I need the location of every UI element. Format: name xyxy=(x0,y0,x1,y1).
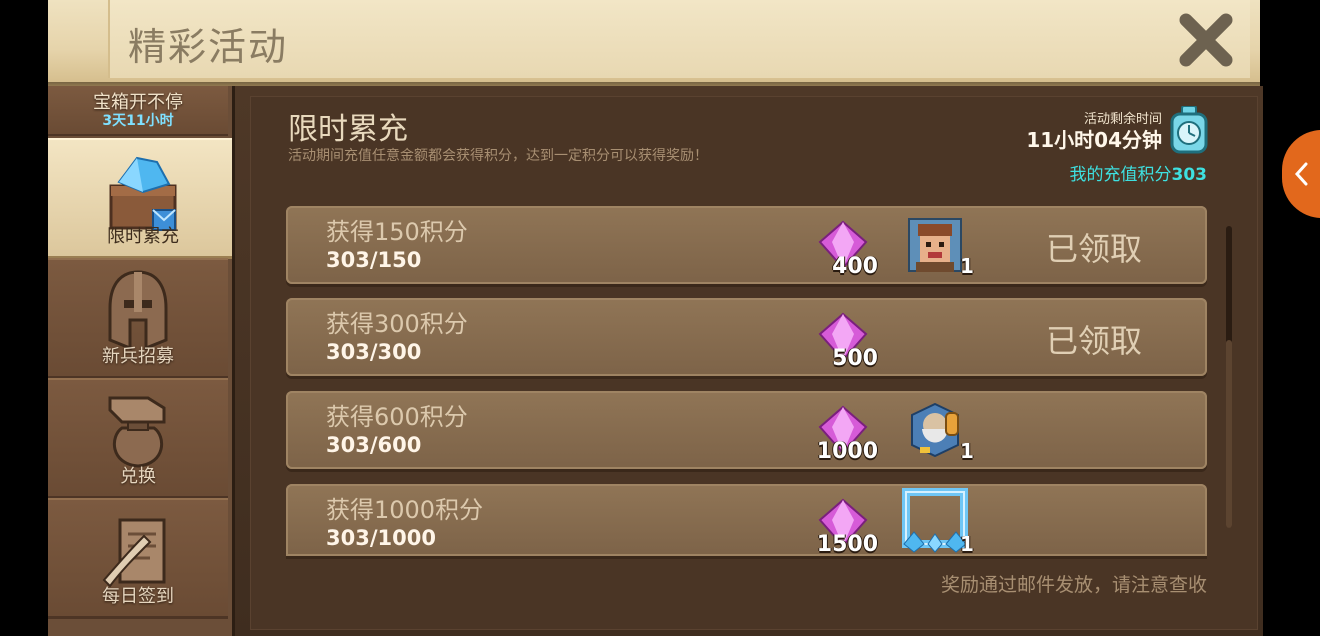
remaining-time: 11小时04分钟 xyxy=(1026,128,1162,152)
tier-progress: 303/600 xyxy=(326,433,422,457)
reward-row: 获得600积分 303/600 1000 1 xyxy=(286,391,1207,469)
scrollbar-thumb[interactable] xyxy=(1226,340,1232,528)
reward-row: 获得1000积分 303/1000 1500 1 xyxy=(286,484,1207,557)
sidebar-item-chest[interactable]: 宝箱开不停 3天11小时 xyxy=(48,86,228,136)
gem-chest-icon xyxy=(109,156,177,231)
item-count: 1 xyxy=(960,532,974,556)
sidebar-item-timer: 3天11小时 xyxy=(102,113,174,129)
side-drawer-handle[interactable] xyxy=(1282,130,1320,218)
recharge-score: 我的充值积分303 xyxy=(1000,160,1208,185)
tier-title: 获得1000积分 xyxy=(326,496,484,524)
score-label: 我的充值积分 xyxy=(1069,165,1172,185)
item-count: 1 xyxy=(960,254,974,278)
gem-count: 400 xyxy=(832,254,878,279)
tier-progress: 303/300 xyxy=(326,340,422,364)
tier-title: 获得150积分 xyxy=(326,218,468,246)
sidebar-item-label: 新兵招募 xyxy=(102,346,174,367)
gem-count: 500 xyxy=(832,346,878,371)
close-button[interactable] xyxy=(1178,12,1234,68)
sidebar-item-recharge[interactable]: 限时累充 xyxy=(48,138,238,259)
tier-title: 获得300积分 xyxy=(326,310,468,338)
tier-progress: 303/1000 xyxy=(326,526,436,550)
gem-count: 1000 xyxy=(816,439,878,464)
gem-count: 1500 xyxy=(816,532,878,557)
chevron-left-icon xyxy=(1294,162,1308,186)
hand-bag-icon xyxy=(108,396,166,468)
claimed-status[interactable]: 已领取 xyxy=(1046,316,1142,362)
sidebar-item-label: 限时累充 xyxy=(107,226,179,247)
close-x-icon xyxy=(1179,13,1233,67)
activity-description: 活动期间充值任意金额都会获得积分，达到一定积分可以获得奖励！ xyxy=(288,148,708,164)
wizard-portrait-icon xyxy=(911,403,959,457)
scroll-quill-icon xyxy=(102,518,166,588)
reward-row: 获得300积分 303/300 500 已领取 xyxy=(286,298,1207,376)
claimed-status[interactable]: 已领取 xyxy=(1046,224,1142,270)
activity-title: 限时累充 xyxy=(288,112,408,147)
page-title: 精彩活动 xyxy=(128,25,289,69)
score-value: 303 xyxy=(1171,165,1208,185)
footer-note: 奖励通过邮件发放，请注意查收 xyxy=(940,574,1207,596)
game-screen: 精彩活动 宝箱开不停 3天11小时 限时累充 新兵招募 兑换 每日签到 限时累充… xyxy=(0,0,1320,636)
sidebar-item-label: 每日签到 xyxy=(102,586,174,607)
tier-progress: 303/150 xyxy=(326,248,422,272)
hero-portrait-icon xyxy=(908,218,962,272)
stopwatch-icon xyxy=(1170,106,1208,154)
sidebar-item-exchange[interactable]: 兑换 xyxy=(48,378,228,499)
sidebar-item-recruit[interactable]: 新兵招募 xyxy=(48,258,228,379)
item-count: 1 xyxy=(960,439,974,463)
tier-title: 获得600积分 xyxy=(326,403,468,431)
sidebar-item-signin[interactable]: 每日签到 xyxy=(48,498,228,619)
reward-row: 获得150积分 303/150 400 1 已领取 xyxy=(286,206,1207,284)
helmet-icon xyxy=(108,270,168,351)
sidebar-item-label: 兑换 xyxy=(120,466,156,487)
